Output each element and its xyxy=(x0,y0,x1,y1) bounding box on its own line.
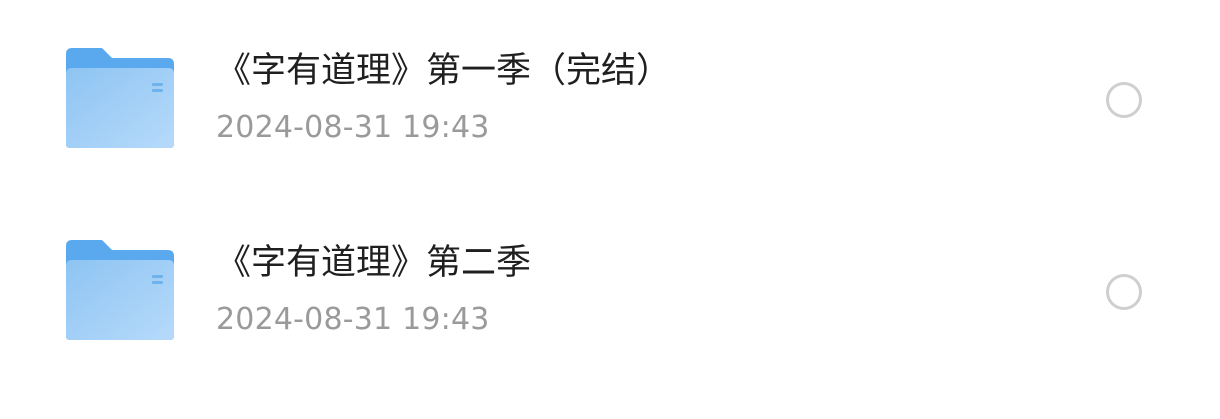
select-radio[interactable] xyxy=(1106,274,1142,310)
modified-time: 2024-08-31 19:43 xyxy=(216,110,490,145)
file-name: 《字有道理》第二季 xyxy=(216,243,532,283)
folder-icon xyxy=(66,48,176,148)
file-name: 《字有道理》第一季（完结） xyxy=(216,51,672,91)
folder-icon xyxy=(66,240,176,340)
list-item[interactable]: 《字有道理》第二季 2024-08-31 19:43 xyxy=(0,214,1220,364)
file-list: 《字有道理》第一季（完结） 2024-08-31 19:43 《字有道理》第二季… xyxy=(0,0,1220,419)
select-radio[interactable] xyxy=(1106,82,1142,118)
modified-time: 2024-08-31 19:43 xyxy=(216,302,490,337)
list-item[interactable]: 《字有道理》第一季（完结） 2024-08-31 19:43 xyxy=(0,22,1220,172)
